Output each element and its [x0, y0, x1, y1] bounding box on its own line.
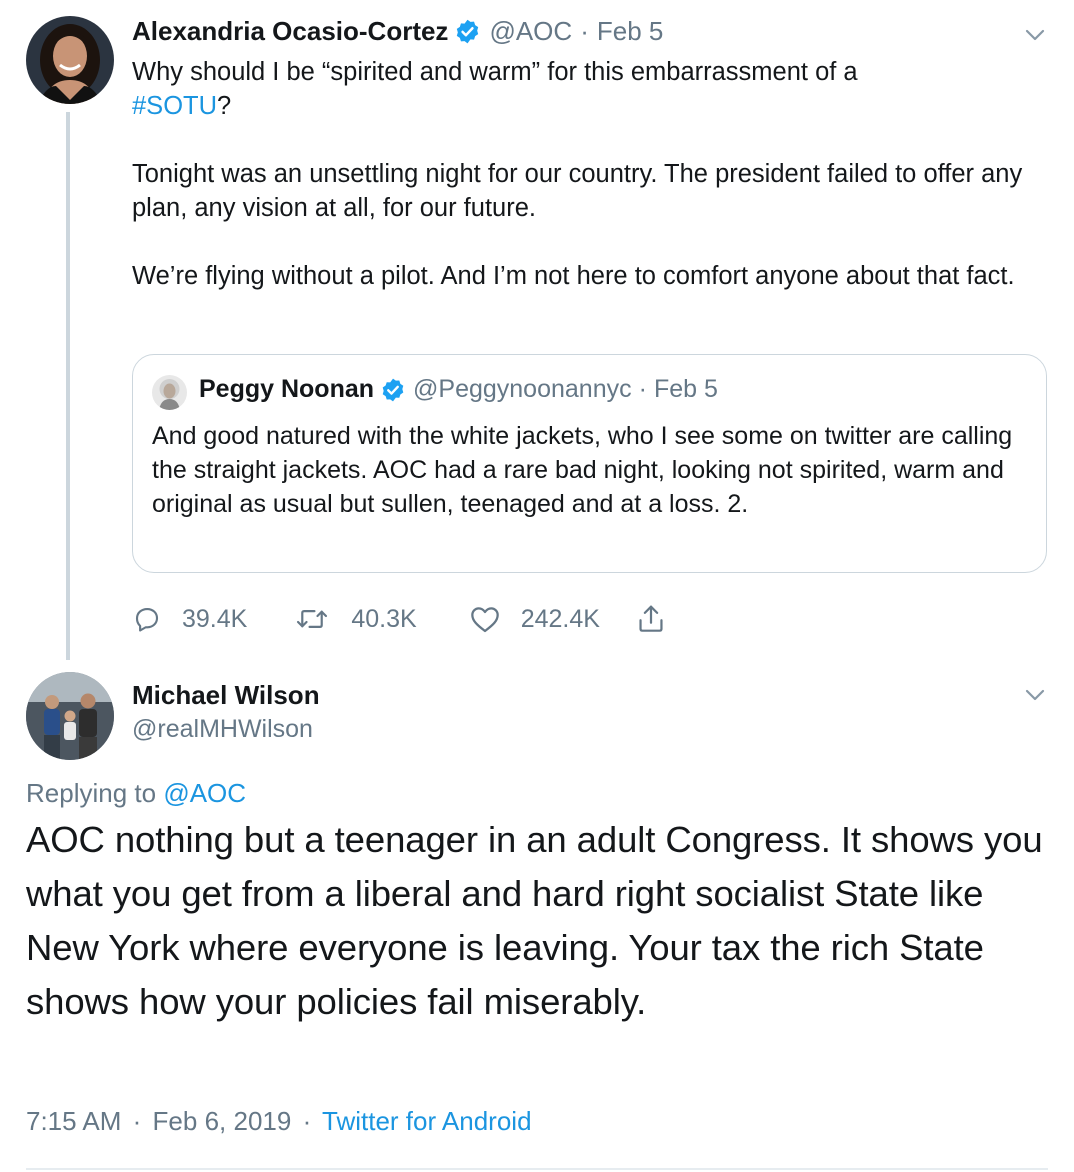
quoted-tweet-header: Peggy Noonan @Peggynoonannyc · Feb 5 — [199, 375, 718, 404]
hashtag-link[interactable]: #SOTU — [132, 92, 217, 120]
tweet-action-bar: 39.4K 40.3K 242.4K — [132, 600, 666, 638]
tweet-text-line1: Why should I be “spirited and warm” for … — [132, 58, 858, 86]
reply-author-avatar[interactable] — [26, 672, 114, 760]
quoted-tweet-text: And good natured with the white jackets,… — [152, 422, 1013, 518]
tweet-text: Why should I be “spirited and warm” for … — [132, 55, 1032, 293]
tweet-paragraph-2: Tonight was an unsettling night for our … — [132, 160, 1023, 222]
chevron-down-icon[interactable] — [1024, 24, 1046, 46]
author-handle[interactable]: @AOC — [489, 16, 572, 47]
retweet-button[interactable]: 40.3K — [295, 604, 417, 634]
quoted-tweet-date: Feb 5 — [653, 375, 718, 403]
replying-prefix: Replying to — [26, 778, 157, 808]
chevron-down-icon[interactable] — [1024, 684, 1046, 706]
source-link[interactable]: Twitter for Android — [322, 1106, 532, 1136]
footer-separator-2: · — [302, 1106, 312, 1136]
reply-text: AOC nothing but a teenager in an adult C… — [26, 819, 1043, 1022]
quoted-tweet-card[interactable]: Peggy Noonan @Peggynoonannyc · Feb 5 And… — [132, 354, 1047, 573]
reply-time[interactable]: 7:15 AM — [26, 1106, 121, 1136]
verified-badge-icon — [454, 18, 481, 45]
quoted-author-name: Peggy Noonan — [199, 375, 375, 403]
like-icon — [469, 604, 501, 634]
tweet-header: Alexandria Ocasio-Cortez @AOC · Feb 5 — [132, 16, 663, 47]
reply-author-handle[interactable]: @realMHWilson — [132, 715, 313, 744]
reply-icon — [132, 604, 162, 634]
reply-count: 39.4K — [182, 604, 248, 633]
verified-badge-icon — [380, 377, 406, 403]
share-button[interactable] — [636, 603, 666, 635]
tweet-footer-meta: 7:15 AM · Feb 6, 2019 · Twitter for Andr… — [26, 1106, 532, 1137]
thread-connector-line — [66, 112, 70, 660]
retweet-icon — [295, 604, 329, 634]
tweet-date[interactable]: Feb 5 — [597, 16, 664, 47]
replying-to-link[interactable]: @AOC — [163, 778, 246, 808]
footer-separator-1: · — [132, 1106, 142, 1136]
divider — [26, 1168, 1048, 1170]
quoted-author-handle: @Peggynoonannyc — [413, 375, 632, 403]
retweet-count: 40.3K — [351, 604, 417, 633]
quoted-author-avatar[interactable] — [152, 375, 187, 410]
header-separator: · — [580, 16, 589, 46]
tweet-paragraph-3: We’re flying without a pilot. And I’m no… — [132, 262, 1015, 290]
replying-to-line: Replying to @AOC — [26, 778, 246, 809]
aoc-avatar[interactable] — [26, 16, 114, 104]
share-icon — [636, 603, 666, 635]
hashtag-suffix: ? — [217, 92, 232, 120]
reply-author-name[interactable]: Michael Wilson — [132, 680, 320, 711]
reply-button[interactable]: 39.4K — [132, 604, 247, 634]
reply-date[interactable]: Feb 6, 2019 — [153, 1106, 292, 1136]
like-count: 242.4K — [520, 604, 600, 633]
like-button[interactable]: 242.4K — [469, 604, 600, 634]
quoted-header-separator: · — [638, 375, 647, 403]
author-name[interactable]: Alexandria Ocasio-Cortez — [132, 16, 448, 47]
